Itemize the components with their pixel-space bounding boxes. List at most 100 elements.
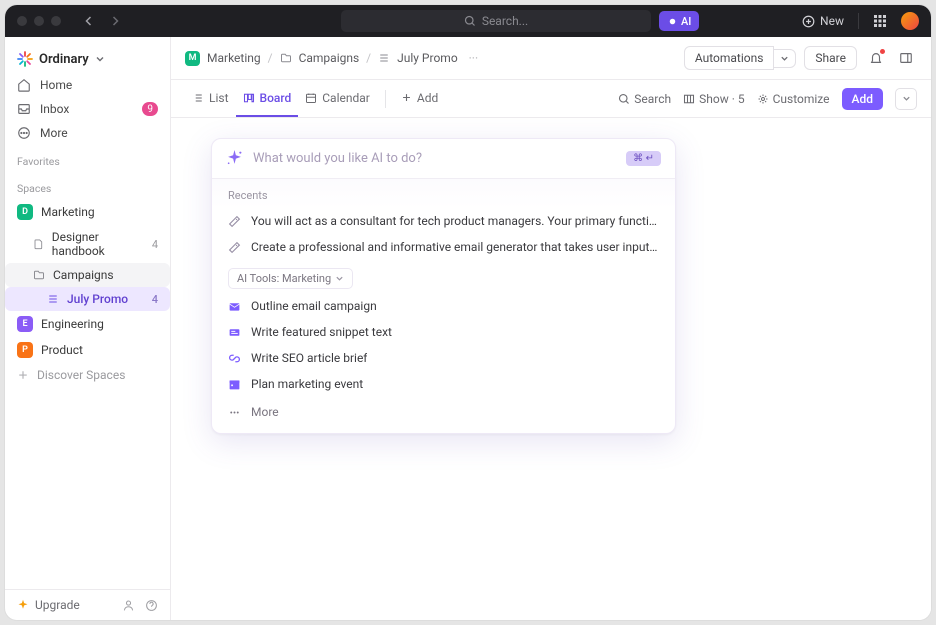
ai-tool-item[interactable]: Plan marketing event — [212, 371, 675, 397]
folder-icon — [280, 52, 292, 64]
traffic-max[interactable] — [51, 16, 61, 26]
sidebar-item-home[interactable]: Home — [5, 73, 170, 97]
ai-tool-item[interactable]: Write featured snippet text — [212, 319, 675, 345]
view-search[interactable]: Search — [618, 92, 671, 106]
snippet-icon — [228, 326, 241, 339]
breadcrumb-sep: / — [268, 51, 273, 65]
workspace-switcher[interactable]: Ordinary — [5, 45, 170, 73]
space-product[interactable]: P Product — [5, 337, 170, 363]
list-july-promo[interactable]: July Promo 4 — [5, 287, 170, 311]
notification-dot — [880, 49, 885, 54]
discover-spaces[interactable]: Discover Spaces — [5, 363, 170, 387]
add-more-button[interactable] — [895, 88, 917, 110]
titlebar-right: New — [802, 12, 919, 30]
panel-icon[interactable] — [895, 47, 917, 69]
view-calendar[interactable]: Calendar — [298, 80, 377, 117]
person-icon[interactable] — [122, 599, 135, 612]
help-icon[interactable] — [145, 599, 158, 612]
ai-more[interactable]: More — [212, 397, 675, 433]
breadcrumb-space-badge[interactable]: M — [185, 51, 200, 66]
columns-icon — [683, 93, 695, 105]
plus-icon — [17, 369, 29, 381]
more-circle-icon — [17, 126, 31, 140]
gear-icon — [757, 93, 769, 105]
spaces-label: Spaces — [5, 172, 170, 199]
titlebar: Search... AI New — [5, 5, 931, 37]
inbox-icon — [17, 102, 31, 116]
wand-icon — [228, 241, 241, 254]
view-list[interactable]: List — [185, 80, 236, 117]
board-icon — [243, 92, 255, 104]
space-marketing[interactable]: D Marketing — [5, 199, 170, 225]
list-designer-handbook[interactable]: Designer handbook 4 — [5, 225, 170, 263]
share-button[interactable]: Share — [804, 46, 857, 70]
nav-back-icon[interactable] — [83, 15, 95, 27]
window-controls — [17, 16, 61, 26]
document-icon — [33, 238, 44, 250]
more-icon[interactable]: ··· — [469, 51, 478, 65]
sparkle-icon — [667, 16, 678, 27]
folder-icon — [33, 269, 45, 281]
recents-label: Recents — [212, 179, 675, 208]
user-avatar[interactable] — [901, 12, 919, 30]
view-board[interactable]: Board — [236, 80, 299, 117]
folder-campaigns[interactable]: Campaigns — [5, 263, 170, 287]
ai-input[interactable]: What would you like AI to do? ⌘ ↵ — [212, 139, 675, 179]
sidebar-item-more[interactable]: More — [5, 121, 170, 145]
chevron-down-icon — [95, 54, 105, 64]
space-badge-icon: P — [17, 342, 33, 358]
ai-tool-item[interactable]: Outline email campaign — [212, 293, 675, 319]
shortcut-hint: ⌘ ↵ — [626, 151, 661, 166]
add-button[interactable]: Add — [842, 88, 883, 110]
nav-arrows — [83, 15, 121, 27]
automations-dropdown[interactable] — [773, 49, 796, 68]
sidebar-footer: Upgrade — [5, 589, 170, 620]
view-customize[interactable]: Customize — [757, 92, 830, 106]
divider — [385, 90, 386, 108]
favorites-label: Favorites — [5, 145, 170, 172]
breadcrumb-folder[interactable]: Campaigns — [299, 51, 360, 65]
board-canvas: What would you like AI to do? ⌘ ↵ Recent… — [171, 118, 931, 620]
automations-button[interactable]: Automations — [684, 46, 775, 70]
ai-tool-item[interactable]: Write SEO article brief — [212, 345, 675, 371]
divider — [858, 13, 859, 29]
list-icon — [378, 52, 390, 64]
space-badge-icon: D — [17, 204, 33, 220]
more-icon — [228, 406, 241, 419]
search-icon — [618, 93, 630, 105]
plus-circle-icon — [802, 15, 815, 28]
breadcrumb-sep: / — [366, 51, 371, 65]
sidebar: Ordinary Home Inbox 9 More Favorites Spa… — [5, 37, 171, 620]
ai-tools-chip[interactable]: AI Tools: Marketing — [228, 268, 353, 289]
nav-forward-icon[interactable] — [109, 15, 121, 27]
apps-icon[interactable] — [873, 14, 887, 28]
workspace-logo-icon — [17, 51, 33, 67]
space-engineering[interactable]: E Engineering — [5, 311, 170, 337]
view-show[interactable]: Show · 5 — [683, 92, 744, 106]
ai-button[interactable]: AI — [659, 11, 699, 31]
notifications-icon[interactable] — [865, 47, 887, 69]
traffic-close[interactable] — [17, 16, 27, 26]
upgrade-button[interactable]: Upgrade — [17, 598, 80, 612]
home-icon — [17, 78, 31, 92]
sparkle-icon — [17, 599, 29, 611]
view-add[interactable]: Add — [394, 80, 445, 117]
sidebar-item-inbox[interactable]: Inbox 9 — [5, 97, 170, 121]
new-button[interactable]: New — [802, 14, 844, 28]
search-icon — [464, 15, 476, 27]
calendar-icon — [228, 378, 241, 391]
app-window: Search... AI New Ordinary Ho — [5, 5, 931, 620]
workspace-name: Ordinary — [39, 52, 89, 67]
inbox-badge: 9 — [142, 102, 158, 116]
main-area: M Marketing / Campaigns / July Promo ···… — [171, 37, 931, 620]
traffic-min[interactable] — [34, 16, 44, 26]
views-row: List Board Calendar Add — [171, 80, 931, 118]
recent-item[interactable]: Create a professional and informative em… — [212, 234, 675, 260]
breadcrumb-list[interactable]: July Promo — [397, 51, 458, 65]
mail-icon — [228, 300, 241, 313]
global-search[interactable]: Search... — [341, 10, 651, 32]
recent-item[interactable]: You will act as a consultant for tech pr… — [212, 208, 675, 234]
ai-placeholder: What would you like AI to do? — [253, 151, 616, 166]
chevron-down-icon — [335, 274, 344, 283]
breadcrumb-space[interactable]: Marketing — [207, 51, 261, 65]
